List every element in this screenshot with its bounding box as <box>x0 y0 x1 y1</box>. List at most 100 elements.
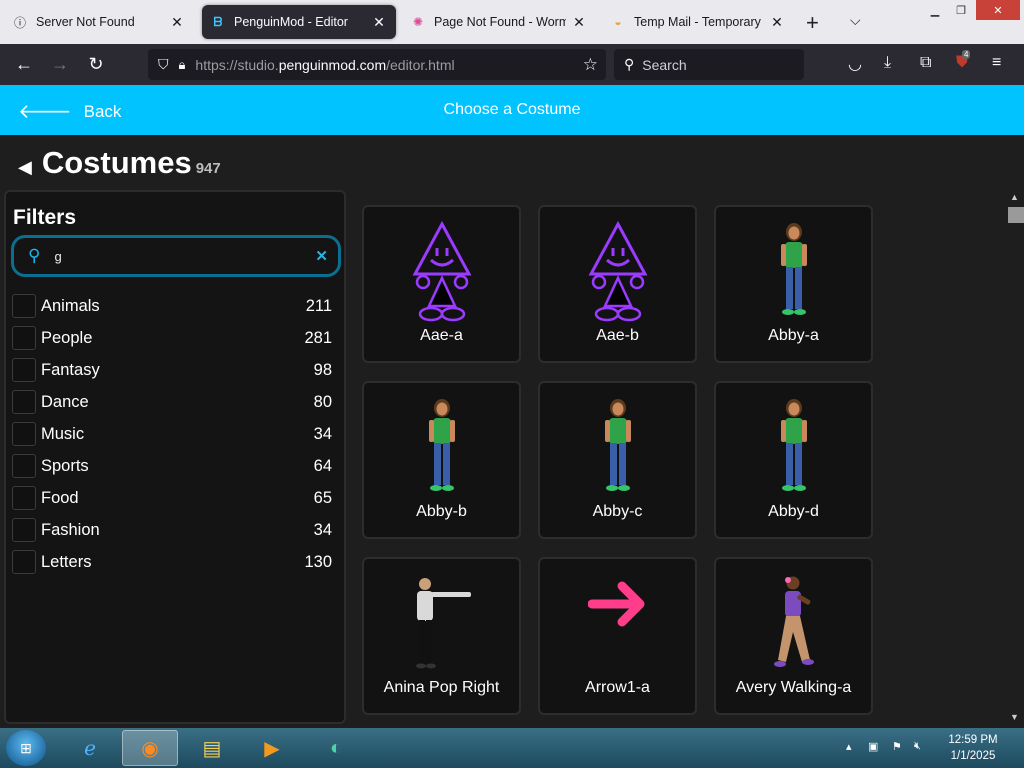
close-tab-icon[interactable]: ✕ <box>168 14 186 31</box>
category-filter-fantasy[interactable]: Fantasy 98 <box>12 357 332 383</box>
category-count: 130 <box>304 552 332 571</box>
category-filter-fashion[interactable]: Fashion 34 <box>12 517 332 543</box>
clock[interactable]: 12:59 PM 1/1/2025 <box>940 732 1006 764</box>
tab-server-not-found[interactable]: ⓘ Server Not Found ✕ <box>4 5 194 39</box>
filters-panel: Filters ⚲ g ✕ Animals 211 People 281 Fantasy… <box>4 190 346 724</box>
start-button[interactable]: ⊞ <box>6 730 46 766</box>
checkbox[interactable] <box>12 518 36 542</box>
checkbox[interactable] <box>12 358 36 382</box>
tab-page-not-found[interactable]: ✺ Page Not Found - Wormho ✕ <box>402 5 596 39</box>
address-bar[interactable]: ⛉ 🔒︎ https://studio.penguinmod.com/edito… <box>148 49 606 80</box>
restore-icon[interactable]: ❐ <box>946 0 976 20</box>
url-text[interactable]: https://studio.penguinmod.com/editor.htm… <box>195 57 454 73</box>
media-player-icon[interactable]: ▶ <box>244 730 300 766</box>
checkbox[interactable] <box>12 486 36 510</box>
checkbox[interactable] <box>12 294 36 318</box>
costume-card[interactable]: Abby-c <box>538 381 697 539</box>
close-tab-icon[interactable]: ✕ <box>768 14 786 31</box>
menu-icon[interactable]: ≡ <box>992 54 1001 72</box>
tray-expand-icon[interactable]: ▴ <box>846 740 852 753</box>
costume-card[interactable]: Arrow1-a <box>538 557 697 715</box>
download-icon[interactable]: ⤓ <box>884 54 891 72</box>
category-filter-music[interactable]: Music 34 <box>12 421 332 447</box>
back-arrow-icon[interactable]: ← <box>12 52 36 76</box>
chevron-down-icon[interactable]: ⌵ <box>850 12 861 29</box>
checkbox[interactable] <box>12 390 36 414</box>
filter-search-input[interactable]: ⚲ g ✕ <box>11 235 341 277</box>
costume-card[interactable]: Abby-a <box>714 205 873 363</box>
shield-icon[interactable]: ⛉ <box>158 56 169 73</box>
browser-tab-bar: ⓘ Server Not Found ✕ ᗷ PenguinMod - Edit… <box>0 0 1024 44</box>
clock-time: 12:59 PM <box>948 734 998 746</box>
file-explorer-icon[interactable]: ▤ <box>184 730 240 766</box>
checkbox[interactable] <box>12 422 36 446</box>
costume-card[interactable]: Aae-a <box>362 205 521 363</box>
costume-card[interactable]: Aae-b <box>538 205 697 363</box>
costume-name: Abby-b <box>416 503 467 520</box>
costume-name: Arrow1-a <box>585 679 650 696</box>
scrollbar[interactable] <box>1006 190 1024 728</box>
category-name: Food <box>41 488 79 507</box>
network-icon[interactable]: ▣ <box>868 740 878 753</box>
search-icon: ⚲ <box>28 246 41 265</box>
costume-card[interactable]: Abby-b <box>362 381 521 539</box>
tab-temp-mail[interactable]: ◒ Temp Mail - Temporary Di ✕ <box>602 5 794 39</box>
scroll-down-icon[interactable]: ▼ <box>1010 712 1019 722</box>
penguinmod-icon: ᗷ <box>213 14 223 29</box>
clear-search-icon[interactable]: ✕ <box>315 247 328 265</box>
costume-card[interactable]: Abby-d <box>714 381 873 539</box>
bookmark-star-icon[interactable]: ☆ <box>583 55 598 75</box>
costume-card[interactable]: Avery Walking-a <box>714 557 873 715</box>
girl-costume-art <box>780 399 807 491</box>
scrollbar-thumb[interactable] <box>1008 207 1024 223</box>
close-window-icon[interactable]: ✕ <box>976 0 1020 20</box>
caret-left-icon[interactable]: ◀ <box>18 157 32 178</box>
tab-penguinmod-editor[interactable]: ᗷ PenguinMod - Editor ✕ <box>202 5 396 39</box>
category-count: 211 <box>305 296 332 315</box>
category-name: Sports <box>41 456 89 475</box>
reload-icon[interactable]: ↻ <box>84 52 108 76</box>
dancer-costume-art <box>415 578 471 669</box>
category-filter-letters[interactable]: Letters 130 <box>12 549 332 575</box>
category-filter-food[interactable]: Food 65 <box>12 485 332 511</box>
category-count: 80 <box>313 392 332 411</box>
girl-costume-art <box>780 223 807 315</box>
close-tab-icon[interactable]: ✕ <box>370 14 388 31</box>
girl-costume-art <box>604 399 631 491</box>
triangle-costume-art <box>587 220 648 322</box>
filter-search-value[interactable]: g <box>54 249 61 264</box>
extensions-icon[interactable]: ⧉ <box>920 54 931 72</box>
costume-card[interactable]: Anina Pop Right <box>362 557 521 715</box>
library-title: Costumes <box>41 145 192 180</box>
checkbox[interactable] <box>12 326 36 350</box>
volume-muted-icon[interactable]: 🔇︎ <box>914 740 921 753</box>
category-name: Dance <box>41 392 89 411</box>
checkbox[interactable] <box>12 454 36 478</box>
costume-thumbnail <box>716 569 871 679</box>
new-tab-icon[interactable]: + <box>806 10 819 36</box>
category-filter-people[interactable]: People 281 <box>12 325 332 351</box>
pocket-icon[interactable]: ◡ <box>848 54 862 74</box>
scroll-up-icon[interactable]: ▲ <box>1010 192 1019 202</box>
checkbox[interactable] <box>12 550 36 574</box>
search-field[interactable]: ⚲ Search <box>614 49 804 80</box>
costume-name: Anina Pop Right <box>383 679 500 696</box>
costume-name: Aae-b <box>596 327 639 344</box>
flag-icon[interactable]: ⚑ <box>892 740 902 753</box>
category-filter-dance[interactable]: Dance 80 <box>12 389 332 415</box>
internet-explorer-icon[interactable]: ℯ <box>62 730 118 766</box>
search-placeholder: Search <box>642 56 687 73</box>
category-count: 65 <box>313 488 332 507</box>
app-icon[interactable]: ◐ <box>308 730 364 766</box>
category-filter-sports[interactable]: Sports 64 <box>12 453 332 479</box>
close-tab-icon[interactable]: ✕ <box>570 14 588 31</box>
category-count: 64 <box>313 456 332 475</box>
lock-icon[interactable]: 🔒︎ <box>179 57 186 73</box>
extension-badge: 4 <box>962 50 971 59</box>
category-count: 34 <box>313 520 332 539</box>
forward-arrow-icon[interactable]: → <box>48 52 72 76</box>
walker-costume-art <box>773 576 814 667</box>
category-filter-animals[interactable]: Animals 211 <box>12 293 332 319</box>
category-count: 281 <box>304 328 332 347</box>
firefox-icon[interactable]: ◉ <box>122 730 178 766</box>
